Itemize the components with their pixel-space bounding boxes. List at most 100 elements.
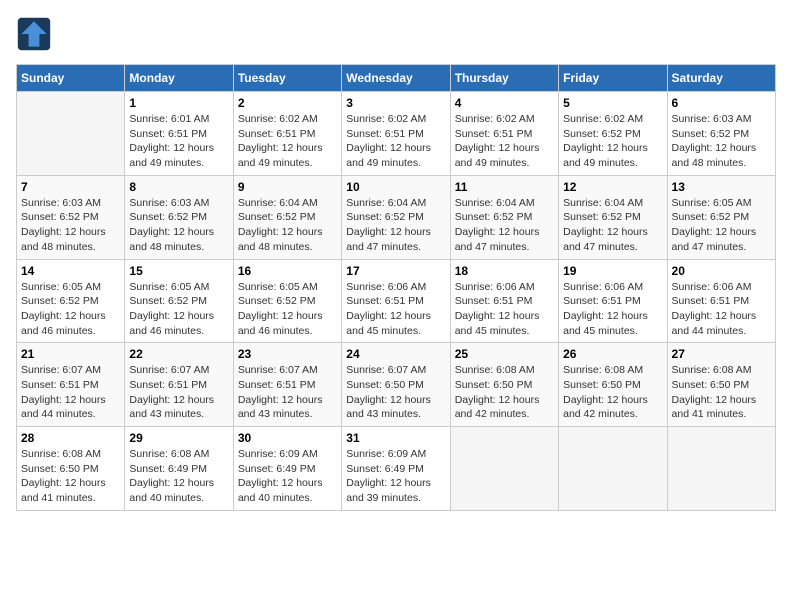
page-header (16, 16, 776, 52)
day-number: 4 (455, 96, 554, 110)
day-number: 17 (346, 264, 445, 278)
calendar-cell-w1-d3: 10 Sunrise: 6:04 AMSunset: 6:52 PMDayligh… (342, 175, 450, 259)
calendar-week-3: 21 Sunrise: 6:07 AMSunset: 6:51 PMDayligh… (17, 343, 776, 427)
day-info: Sunrise: 6:04 AMSunset: 6:52 PMDaylight:… (563, 196, 662, 255)
day-number: 5 (563, 96, 662, 110)
calendar-cell-w0-d3: 3 Sunrise: 6:02 AMSunset: 6:51 PMDaylight… (342, 92, 450, 176)
day-info: Sunrise: 6:08 AMSunset: 6:50 PMDaylight:… (672, 363, 771, 422)
day-info: Sunrise: 6:06 AMSunset: 6:51 PMDaylight:… (672, 280, 771, 339)
calendar-week-1: 7 Sunrise: 6:03 AMSunset: 6:52 PMDaylight… (17, 175, 776, 259)
day-info: Sunrise: 6:06 AMSunset: 6:51 PMDaylight:… (455, 280, 554, 339)
day-number: 2 (238, 96, 337, 110)
day-info: Sunrise: 6:03 AMSunset: 6:52 PMDaylight:… (21, 196, 120, 255)
day-info: Sunrise: 6:04 AMSunset: 6:52 PMDaylight:… (346, 196, 445, 255)
calendar-cell-w1-d5: 12Sunrise: 6:04 AMSunset: 6:52 PMDayligh… (559, 175, 667, 259)
weekday-header-tuesday: Tuesday (233, 65, 341, 92)
day-info: Sunrise: 6:06 AMSunset: 6:51 PMDaylight:… (346, 280, 445, 339)
day-info: Sunrise: 6:09 AMSunset: 6:49 PMDaylight:… (238, 447, 337, 506)
calendar-cell-w3-d6: 27Sunrise: 6:08 AMSunset: 6:50 PMDayligh… (667, 343, 775, 427)
day-info: Sunrise: 6:02 AMSunset: 6:51 PMDaylight:… (346, 112, 445, 171)
calendar-cell-w2-d6: 20 Sunrise: 6:06 AMSunset: 6:51 PMDayligh… (667, 259, 775, 343)
day-number: 30 (238, 431, 337, 445)
calendar-cell-w4-d5 (559, 427, 667, 511)
calendar-cell-w3-d3: 24 Sunrise: 6:07 AMSunset: 6:50 PMDayligh… (342, 343, 450, 427)
weekday-header-thursday: Thursday (450, 65, 558, 92)
calendar-cell-w1-d1: 8 Sunrise: 6:03 AMSunset: 6:52 PMDaylight… (125, 175, 233, 259)
day-info: Sunrise: 6:09 AMSunset: 6:49 PMDaylight:… (346, 447, 445, 506)
day-info: Sunrise: 6:03 AMSunset: 6:52 PMDaylight:… (129, 196, 228, 255)
day-number: 1 (129, 96, 228, 110)
calendar-cell-w3-d4: 25Sunrise: 6:08 AMSunset: 6:50 PMDayligh… (450, 343, 558, 427)
day-number: 11 (455, 180, 554, 194)
day-info: Sunrise: 6:02 AMSunset: 6:51 PMDaylight:… (238, 112, 337, 171)
calendar-cell-w2-d4: 18 Sunrise: 6:06 AMSunset: 6:51 PMDayligh… (450, 259, 558, 343)
calendar-cell-w0-d6: 6 Sunrise: 6:03 AMSunset: 6:52 PMDaylight… (667, 92, 775, 176)
day-info: Sunrise: 6:08 AMSunset: 6:50 PMDaylight:… (455, 363, 554, 422)
day-info: Sunrise: 6:07 AMSunset: 6:51 PMDaylight:… (129, 363, 228, 422)
logo (16, 16, 56, 52)
calendar-header-row: SundayMondayTuesdayWednesdayThursdayFrid… (17, 65, 776, 92)
day-number: 19 (563, 264, 662, 278)
day-number: 24 (346, 347, 445, 361)
logo-icon (16, 16, 52, 52)
calendar-cell-w0-d0 (17, 92, 125, 176)
day-number: 8 (129, 180, 228, 194)
day-number: 10 (346, 180, 445, 194)
calendar-cell-w4-d4 (450, 427, 558, 511)
calendar-cell-w1-d2: 9Sunrise: 6:04 AMSunset: 6:52 PMDaylight… (233, 175, 341, 259)
day-info: Sunrise: 6:07 AMSunset: 6:50 PMDaylight:… (346, 363, 445, 422)
day-number: 28 (21, 431, 120, 445)
calendar-cell-w3-d2: 23 Sunrise: 6:07 AMSunset: 6:51 PMDayligh… (233, 343, 341, 427)
day-info: Sunrise: 6:08 AMSunset: 6:50 PMDaylight:… (563, 363, 662, 422)
weekday-header-wednesday: Wednesday (342, 65, 450, 92)
day-info: Sunrise: 6:08 AMSunset: 6:49 PMDaylight:… (129, 447, 228, 506)
day-number: 3 (346, 96, 445, 110)
weekday-header-monday: Monday (125, 65, 233, 92)
calendar-cell-w3-d5: 26 Sunrise: 6:08 AMSunset: 6:50 PMDayligh… (559, 343, 667, 427)
day-number: 23 (238, 347, 337, 361)
day-info: Sunrise: 6:05 AMSunset: 6:52 PMDaylight:… (672, 196, 771, 255)
calendar-cell-w4-d2: 30 Sunrise: 6:09 AMSunset: 6:49 PMDayligh… (233, 427, 341, 511)
day-info: Sunrise: 6:05 AMSunset: 6:52 PMDaylight:… (21, 280, 120, 339)
day-number: 18 (455, 264, 554, 278)
day-info: Sunrise: 6:05 AMSunset: 6:52 PMDaylight:… (238, 280, 337, 339)
calendar-cell-w0-d4: 4Sunrise: 6:02 AMSunset: 6:51 PMDaylight… (450, 92, 558, 176)
day-number: 20 (672, 264, 771, 278)
calendar-cell-w1-d6: 13 Sunrise: 6:05 AMSunset: 6:52 PMDayligh… (667, 175, 775, 259)
day-number: 16 (238, 264, 337, 278)
calendar-cell-w2-d2: 16 Sunrise: 6:05 AMSunset: 6:52 PMDayligh… (233, 259, 341, 343)
day-info: Sunrise: 6:06 AMSunset: 6:51 PMDaylight:… (563, 280, 662, 339)
day-info: Sunrise: 6:01 AMSunset: 6:51 PMDaylight:… (129, 112, 228, 171)
day-info: Sunrise: 6:07 AMSunset: 6:51 PMDaylight:… (21, 363, 120, 422)
day-info: Sunrise: 6:08 AMSunset: 6:50 PMDaylight:… (21, 447, 120, 506)
calendar-cell-w4-d3: 31 Sunrise: 6:09 AMSunset: 6:49 PMDayligh… (342, 427, 450, 511)
weekday-header-friday: Friday (559, 65, 667, 92)
calendar-cell-w4-d6 (667, 427, 775, 511)
calendar-cell-w2-d0: 14 Sunrise: 6:05 AMSunset: 6:52 PMDayligh… (17, 259, 125, 343)
calendar-body: 1 Sunrise: 6:01 AMSunset: 6:51 PMDaylight… (17, 92, 776, 511)
day-info: Sunrise: 6:03 AMSunset: 6:52 PMDaylight:… (672, 112, 771, 171)
calendar-cell-w1-d0: 7 Sunrise: 6:03 AMSunset: 6:52 PMDaylight… (17, 175, 125, 259)
day-number: 13 (672, 180, 771, 194)
calendar-cell-w0-d5: 5 Sunrise: 6:02 AMSunset: 6:52 PMDaylight… (559, 92, 667, 176)
day-number: 14 (21, 264, 120, 278)
day-info: Sunrise: 6:02 AMSunset: 6:52 PMDaylight:… (563, 112, 662, 171)
calendar-cell-w3-d0: 21 Sunrise: 6:07 AMSunset: 6:51 PMDayligh… (17, 343, 125, 427)
calendar-cell-w4-d0: 28 Sunrise: 6:08 AMSunset: 6:50 PMDayligh… (17, 427, 125, 511)
day-number: 31 (346, 431, 445, 445)
calendar-week-0: 1 Sunrise: 6:01 AMSunset: 6:51 PMDaylight… (17, 92, 776, 176)
day-number: 6 (672, 96, 771, 110)
day-number: 21 (21, 347, 120, 361)
calendar-cell-w2-d1: 15Sunrise: 6:05 AMSunset: 6:52 PMDayligh… (125, 259, 233, 343)
calendar-cell-w3-d1: 22 Sunrise: 6:07 AMSunset: 6:51 PMDayligh… (125, 343, 233, 427)
calendar-cell-w4-d1: 29Sunrise: 6:08 AMSunset: 6:49 PMDayligh… (125, 427, 233, 511)
calendar-cell-w2-d5: 19 Sunrise: 6:06 AMSunset: 6:51 PMDayligh… (559, 259, 667, 343)
day-info: Sunrise: 6:07 AMSunset: 6:51 PMDaylight:… (238, 363, 337, 422)
day-number: 22 (129, 347, 228, 361)
day-number: 7 (21, 180, 120, 194)
calendar-cell-w0-d2: 2 Sunrise: 6:02 AMSunset: 6:51 PMDaylight… (233, 92, 341, 176)
weekday-header-sunday: Sunday (17, 65, 125, 92)
day-info: Sunrise: 6:04 AMSunset: 6:52 PMDaylight:… (455, 196, 554, 255)
calendar-week-4: 28 Sunrise: 6:08 AMSunset: 6:50 PMDayligh… (17, 427, 776, 511)
day-number: 26 (563, 347, 662, 361)
